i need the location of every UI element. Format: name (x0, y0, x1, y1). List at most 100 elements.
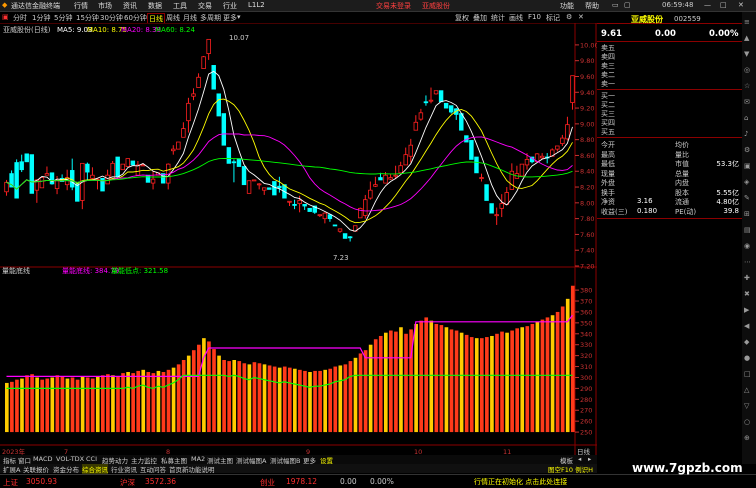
period-tab-weekly[interactable]: 周线 (166, 13, 180, 23)
tab-news[interactable]: 综合资讯 (82, 464, 108, 474)
tab-cci[interactable]: CCI (86, 455, 97, 463)
arrow-right-icon[interactable]: ▸ (588, 455, 591, 463)
candle-body (150, 178, 156, 184)
menu-market[interactable]: 行情 (74, 1, 88, 11)
tool-settings-icon[interactable]: ⚙ (566, 13, 572, 21)
tool-fuquan[interactable]: 复权 (455, 13, 469, 23)
maximize-window-icon[interactable]: □ (720, 1, 727, 9)
menu-market2[interactable]: 市场 (98, 1, 112, 11)
sidebar-tool-icon[interactable]: ✎ (744, 194, 750, 202)
indicator-bar (171, 367, 176, 433)
tool-f10[interactable]: F10 (528, 13, 541, 21)
sidebar-tool-icon[interactable]: ◀ (744, 322, 749, 330)
sidebar-tool-icon[interactable]: ▲ (744, 34, 749, 42)
stock-name-badge[interactable]: 亚威股份 (422, 1, 450, 11)
sidebar-tool-icon[interactable]: ✖ (744, 290, 750, 298)
sidebar-tool-icon[interactable]: ▤ (744, 226, 751, 234)
candle-body (19, 161, 24, 171)
tool-mark[interactable]: 标记 (546, 13, 560, 23)
period-tab-multi[interactable]: 多周期 (200, 13, 221, 23)
sidebar-tool-icon[interactable]: △ (744, 386, 749, 394)
sidebar-tool-icon[interactable]: ▶ (744, 306, 749, 314)
period-tab-30min[interactable]: 30分钟 (100, 13, 123, 23)
candle-body (448, 105, 454, 113)
x-axis-label: 8 (166, 448, 170, 455)
tool-overlay[interactable]: 叠加 (473, 13, 487, 23)
sidebar-tool-icon[interactable]: ✚ (744, 274, 750, 282)
ask-1-label: 卖一 (601, 80, 615, 88)
indicator-bar (555, 311, 560, 433)
menu-function[interactable]: 功能 (560, 1, 574, 11)
menu-news[interactable]: 资讯 (123, 1, 137, 11)
sidebar-tool-icon[interactable]: ✉ (744, 98, 750, 106)
menu-industry[interactable]: 行业 (223, 1, 237, 11)
quote-row-label2: 流通 (675, 198, 689, 206)
indicator-bar (550, 315, 555, 433)
period-tab-15min[interactable]: 15分钟 (76, 13, 99, 23)
indicator-bar (237, 361, 242, 433)
indicator-bar (277, 367, 282, 433)
tool-draw[interactable]: 画线 (509, 13, 523, 23)
sidebar-tool-icon[interactable]: ▽ (744, 402, 749, 410)
connect-status[interactable]: 行情正在初始化 点击此处连接 (474, 477, 567, 487)
chart-toolbar: 复权 叠加 统计 画线 F10 标记 ⚙ ✕ (452, 12, 590, 23)
sidebar-tool-icon[interactable]: ≡ (744, 18, 750, 26)
sidebar-tool-icon[interactable]: ☆ (744, 82, 750, 90)
x-axis-label: 10 (414, 448, 422, 455)
indicator-bar (156, 370, 161, 433)
sidebar-tool-icon[interactable]: ◉ (744, 242, 750, 250)
tab-qa[interactable]: 互动问答 (140, 464, 166, 474)
period-tab-fenshi[interactable]: 分时 (13, 13, 27, 23)
sidebar-tool-icon[interactable]: □ (744, 370, 751, 378)
period-tab-more[interactable]: 更多 (223, 13, 237, 23)
period-tab-1min[interactable]: 1分钟 (32, 13, 50, 23)
tab-fund[interactable]: 资金分布 (53, 464, 79, 474)
period-tab-monthly[interactable]: 月线 (183, 13, 197, 23)
period-tab-5min[interactable]: 5分钟 (54, 13, 72, 23)
tool-stats[interactable]: 统计 (491, 13, 505, 23)
period-tab-60min[interactable]: 60分钟 (124, 13, 147, 23)
tab-macd[interactable]: MACD (33, 455, 52, 463)
sidebar-tool-icon[interactable]: ◈ (744, 178, 749, 186)
tab-new-feature[interactable]: 首页新功能说明 (169, 464, 215, 474)
minimize-window-icon[interactable]: — (704, 1, 711, 9)
sidebar-tool-icon[interactable]: ⌂ (744, 114, 748, 122)
index-change: 0.00 (340, 477, 357, 486)
sidebar-tool-icon[interactable]: ⊕ (744, 434, 750, 442)
menu-l1l2[interactable]: L1L2 (248, 1, 265, 9)
tab-expand[interactable]: 扩展A (3, 464, 20, 474)
sidebar-tool-icon[interactable]: ⊞ (744, 210, 750, 218)
sidebar-tool-icon[interactable]: ◎ (744, 66, 750, 74)
close-icon[interactable]: ✕ (738, 1, 744, 9)
sidebar-tool-icon[interactable]: ⚙ (744, 146, 750, 154)
grid-icon[interactable]: ▣ (2, 13, 9, 21)
sidebar-tool-icon[interactable]: ▣ (744, 162, 751, 170)
menu-trade[interactable]: 交易 (198, 1, 212, 11)
sidebar-tool-icon[interactable]: ♪ (744, 130, 748, 138)
sidebar-tool-icon[interactable]: ⋯ (744, 258, 751, 266)
sidebar-tool-icon[interactable]: ○ (744, 418, 750, 426)
menu-tools[interactable]: 工具 (173, 1, 187, 11)
candle-body (145, 174, 151, 183)
change-pct: 0.00% (709, 29, 739, 39)
sidebar-tool-icon[interactable]: ● (744, 354, 750, 362)
indicator-bar (459, 332, 464, 433)
arrow-left-icon[interactable]: ◂ (578, 455, 581, 463)
indicator-bar (5, 382, 9, 433)
menu-data[interactable]: 数据 (148, 1, 162, 11)
trade-login-badge[interactable]: 交易未登录 (376, 1, 411, 11)
quote-row-label2: 量比 (675, 150, 689, 159)
tab-ma2[interactable]: MA2 (191, 455, 205, 463)
chevron-down-icon[interactable]: ▾ (237, 13, 241, 21)
sidebar-tool-icon[interactable]: ▼ (744, 50, 749, 58)
indicator-tick-label: 250 (580, 429, 592, 437)
tab-industry-news[interactable]: 行业资讯 (111, 464, 137, 474)
menu-help[interactable]: 帮助 (585, 1, 599, 11)
sidebar-tool-icon[interactable]: ◆ (744, 338, 749, 346)
tab-related[interactable]: 关联报价 (23, 464, 49, 474)
minimize-icon[interactable]: ▭ (612, 1, 619, 9)
tool-close-icon[interactable]: ✕ (578, 13, 584, 21)
window-icon[interactable]: ▢ (624, 1, 631, 9)
tab-vol[interactable]: VOL-TDX (56, 455, 84, 463)
candle-body (186, 102, 191, 122)
